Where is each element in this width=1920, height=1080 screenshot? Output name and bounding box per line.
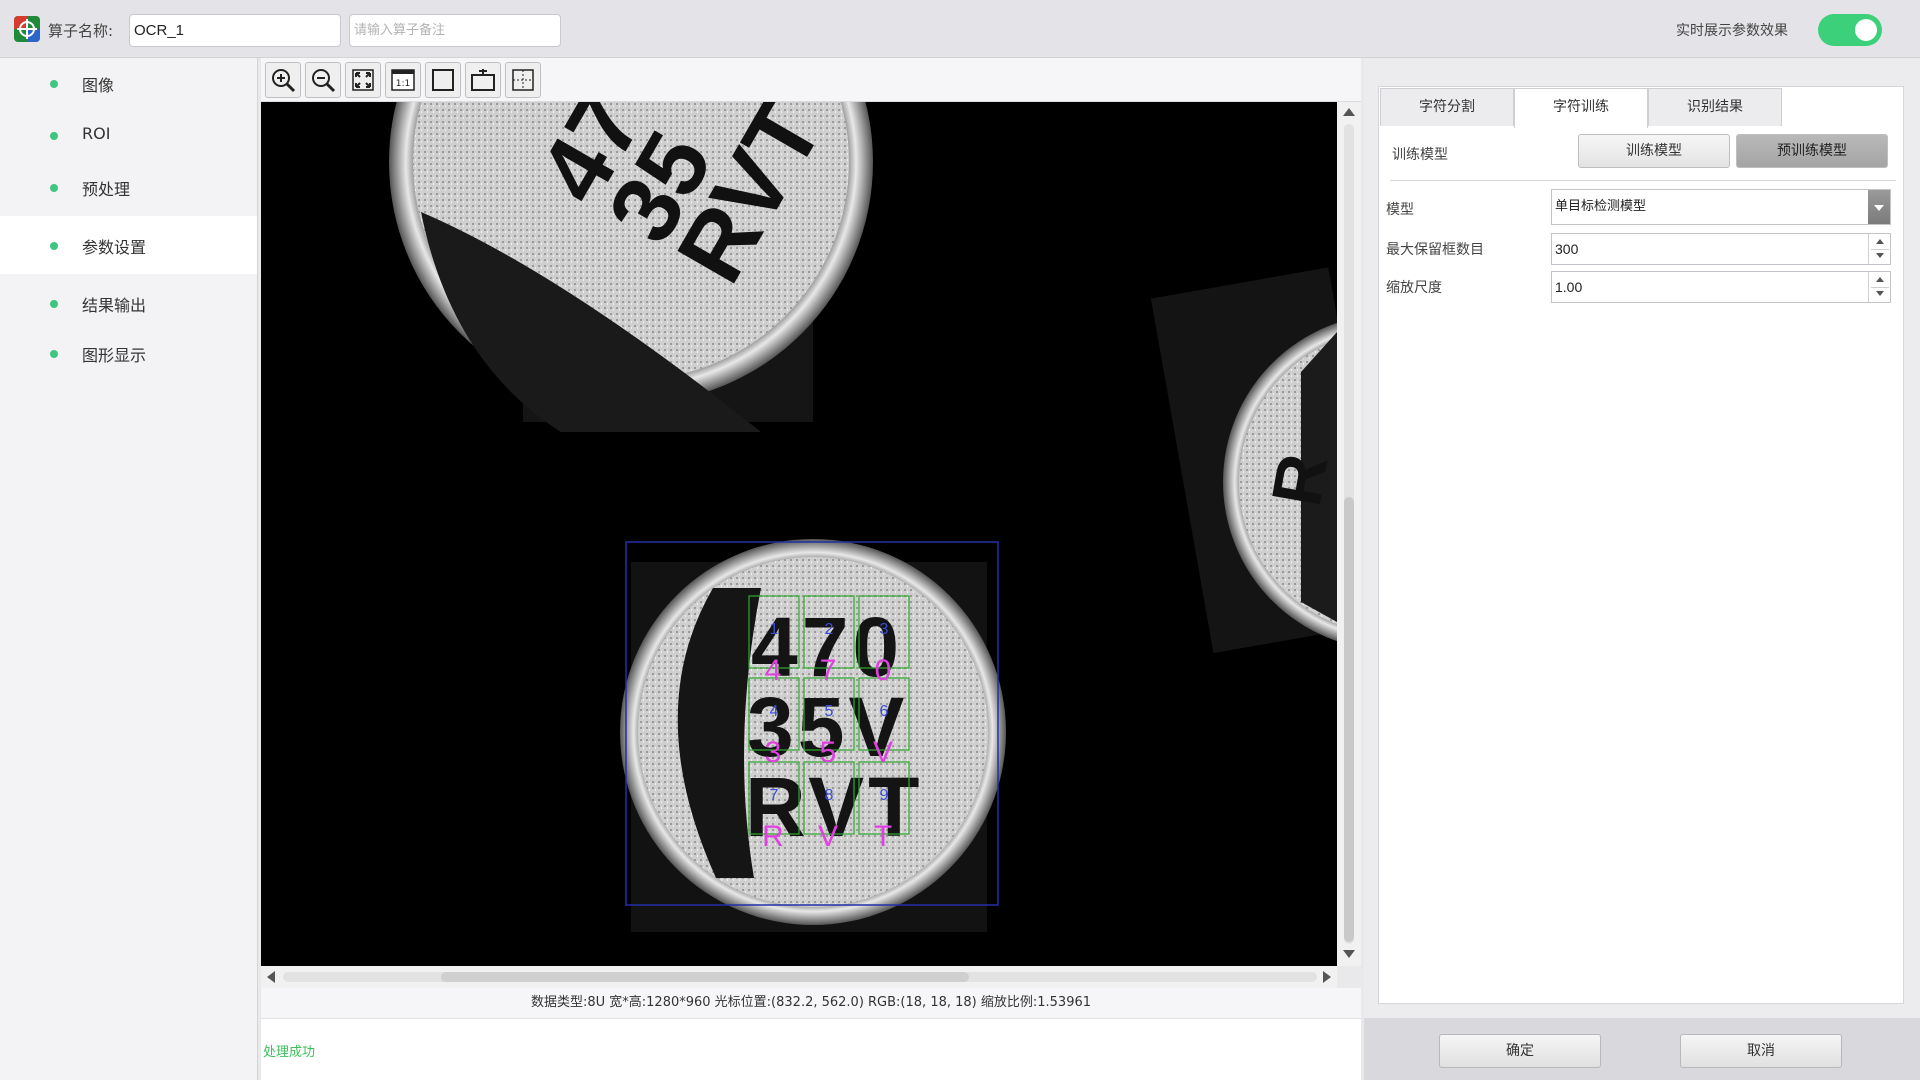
fit-screen-button[interactable] (345, 62, 381, 98)
bullet-icon (50, 80, 58, 88)
max-boxes-value: 300 (1555, 241, 1579, 257)
image-toolbar: 1:1 (261, 58, 1361, 102)
actual-size-button[interactable]: 1:1 (385, 62, 421, 98)
tab-char-training[interactable]: 字符训练 (1514, 88, 1648, 128)
zoom-out-icon (312, 69, 336, 93)
bullet-icon (50, 300, 58, 308)
character-index: 5 (825, 703, 834, 720)
train-model-label: 训练模型 (1392, 147, 1448, 163)
tab-char-segmentation[interactable]: 字符分割 (1380, 88, 1514, 126)
scroll-right-icon[interactable] (1323, 971, 1331, 983)
spinner-icon[interactable] (1868, 272, 1890, 302)
crosshair-icon (512, 69, 534, 91)
inspection-image: 47 35 RVT R 4 7 0 3 5 V R V T 1 2 34 5 67 8 9 … (389, 102, 1337, 932)
zoom-out-button[interactable] (305, 62, 341, 98)
character-index: 6 (880, 703, 889, 720)
model-select-value: 单目标检测模型 (1555, 199, 1647, 214)
character-label: 3 (765, 736, 782, 769)
model-label: 模型 (1386, 202, 1414, 218)
actual-size-icon: 1:1 (391, 69, 415, 91)
chevron-down-icon[interactable] (1868, 190, 1890, 224)
fit-screen-icon (352, 69, 374, 91)
character-label: R (762, 820, 784, 853)
horizontal-scrollbar[interactable] (261, 966, 1337, 988)
character-index: 3 (880, 621, 889, 638)
scroll-up-icon[interactable] (1343, 108, 1355, 116)
operator-name-label: 算子名称: (48, 22, 114, 40)
spinner-icon[interactable] (1868, 234, 1890, 264)
max-boxes-label: 最大保留框数目 (1386, 242, 1484, 258)
character-label: 4 (765, 654, 782, 687)
header-bar: 算子名称: 实时展示参数效果 (0, 0, 1920, 58)
operator-remark-input[interactable] (349, 14, 561, 47)
character-label: 0 (875, 654, 892, 687)
scroll-left-icon[interactable] (267, 971, 275, 983)
zoom-in-icon (272, 69, 296, 93)
sidebar-item-result-output[interactable]: 结果输出 (0, 278, 257, 328)
svg-text:1:1: 1:1 (396, 79, 410, 89)
sidebar-item-graphics-display[interactable]: 图形显示 (0, 328, 257, 378)
sidebar-item-preprocess[interactable]: 预处理 (0, 162, 257, 212)
image-info-bar: 数据类型:8U 宽*高:1280*960 光标位置:(832.2, 562.0)… (261, 988, 1361, 1018)
max-boxes-stepper[interactable]: 300 (1551, 233, 1891, 265)
right-capacitor-chip: R (1150, 267, 1337, 654)
sidebar-item-label: 图形显示 (82, 346, 147, 365)
operator-name-input[interactable] (129, 14, 341, 47)
character-index: 4 (770, 703, 779, 720)
rectangle-tool-button[interactable] (425, 62, 461, 98)
bullet-icon (50, 242, 58, 250)
bullet-icon (50, 184, 58, 192)
sidebar: 图像 ROI 预处理 参数设置 结果输出 图形显示 (0, 58, 258, 1080)
sidebar-item-label: 结果输出 (82, 296, 147, 315)
realtime-preview-toggle[interactable] (1818, 14, 1882, 46)
scale-value: 1.00 (1555, 279, 1583, 295)
main-capacitor-chip: 4 7 0 3 5 V R V T (620, 539, 1006, 932)
sidebar-item-label: ROI (82, 124, 111, 143)
sidebar-item-image[interactable]: 图像 (0, 58, 257, 108)
train-model-button[interactable]: 训练模型 (1578, 134, 1730, 168)
character-index: 9 (880, 787, 889, 804)
zoom-in-button[interactable] (265, 62, 301, 98)
printed-chip-text: 4 7 0 3 5 V R V T (745, 600, 919, 854)
pretrained-model-button[interactable]: 预训练模型 (1736, 134, 1888, 168)
screenshot-button[interactable] (465, 62, 501, 98)
sidebar-item-label: 预处理 (82, 180, 131, 199)
log-area: 处理成功 (261, 1018, 1361, 1080)
top-capacitor-chip: 47 35 RVT (389, 102, 873, 432)
character-index: 8 (825, 787, 834, 804)
vertical-scrollbar[interactable] (1337, 102, 1361, 966)
scale-stepper[interactable]: 1.00 (1551, 271, 1891, 303)
sidebar-item-parameters[interactable]: 参数设置 (0, 216, 257, 274)
scroll-thumb[interactable] (441, 972, 969, 982)
character-label: V (818, 820, 838, 853)
bullet-icon (50, 350, 58, 358)
realtime-preview-label: 实时展示参数效果 (1676, 23, 1788, 39)
character-label: 5 (820, 736, 837, 769)
character-index: 7 (770, 787, 779, 804)
character-label: V (873, 736, 893, 769)
character-index: 1 (770, 621, 779, 638)
toggle-knob (1855, 19, 1877, 41)
log-message: 处理成功 (263, 1045, 316, 1060)
character-label: T (874, 820, 892, 853)
crosshair-button[interactable] (505, 62, 541, 98)
tab-recognition-result[interactable]: 识别结果 (1648, 88, 1782, 126)
character-index: 2 (825, 621, 834, 638)
scale-label: 缩放尺度 (1386, 280, 1442, 296)
scroll-thumb[interactable] (1344, 497, 1354, 942)
scroll-down-icon[interactable] (1343, 950, 1355, 958)
screenshot-icon (471, 69, 495, 91)
sidebar-item-roi[interactable]: ROI (0, 110, 257, 160)
confirm-button[interactable]: 确定 (1439, 1034, 1601, 1068)
sidebar-item-label: 图像 (82, 76, 115, 95)
bullet-icon (50, 132, 58, 140)
sidebar-item-label: 参数设置 (82, 238, 147, 257)
divider (1390, 180, 1896, 181)
model-select[interactable]: 单目标检测模型 (1551, 189, 1891, 225)
image-viewer[interactable]: 47 35 RVT R 4 7 0 3 5 V R V T 1 2 3 4 5 6 7 8 … (261, 102, 1337, 966)
character-label: 7 (820, 654, 837, 687)
app-logo-icon (14, 16, 40, 42)
cancel-button[interactable]: 取消 (1680, 1034, 1842, 1068)
rectangle-icon (432, 69, 454, 91)
